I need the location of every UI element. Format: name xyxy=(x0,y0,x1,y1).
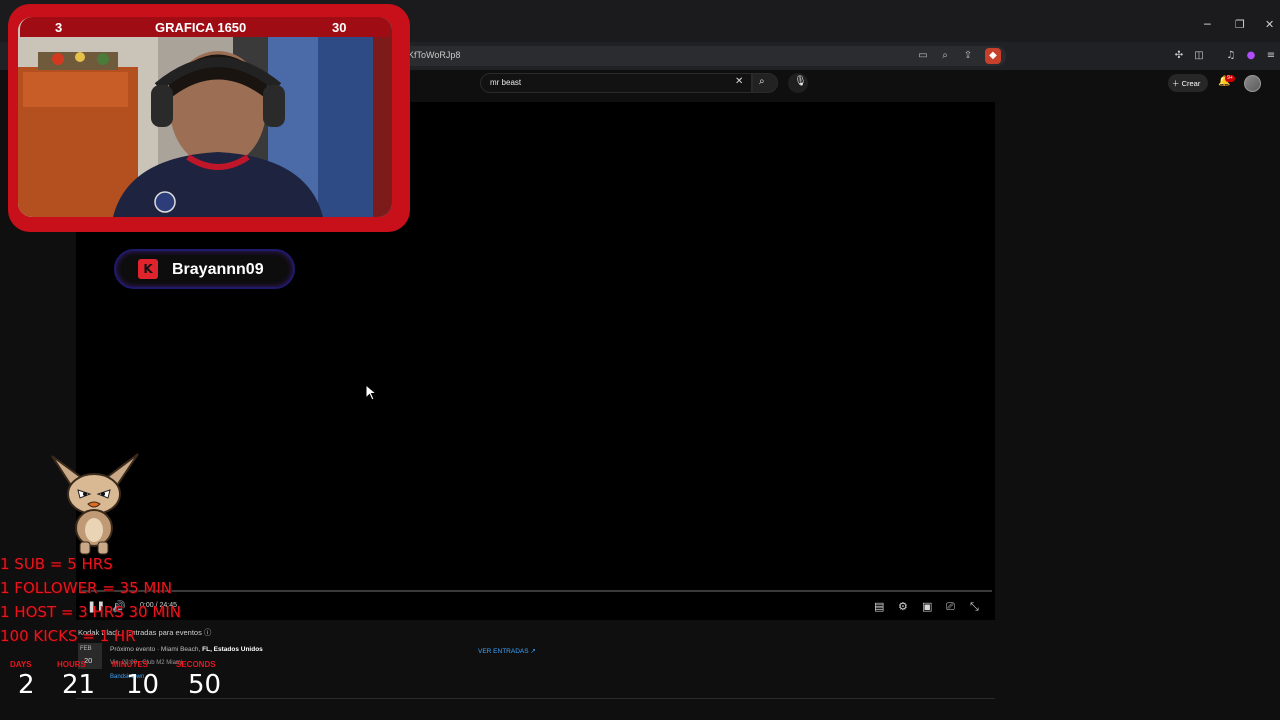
bottom-bar xyxy=(0,700,1280,720)
url-text[interactable]: KfToWoRJp8 xyxy=(408,50,460,60)
subathon-rule: 1 SUB = 5 HRS xyxy=(0,555,113,573)
subathon-rule: 1 HOST = 3 HRS 30 MIN xyxy=(0,603,181,621)
countdown-label: HOURS xyxy=(57,660,86,669)
event-prefix: Próximo evento · Miami Beach, xyxy=(110,646,201,653)
search-query[interactable]: mr beast xyxy=(490,78,521,87)
countdown-label: SECONDS xyxy=(176,660,216,669)
create-label[interactable]: ＋ Crear xyxy=(1172,78,1200,89)
external-link-icon: ↗ xyxy=(530,648,536,655)
webcam-feed xyxy=(18,17,392,217)
search-button[interactable] xyxy=(752,73,778,93)
countdown-label: DAYS xyxy=(10,660,32,669)
countdown-label: MINUTES xyxy=(112,660,148,669)
minimize-icon[interactable]: ─ xyxy=(1204,18,1211,31)
countdown-seconds: 50 xyxy=(188,670,222,700)
create-text: Crear xyxy=(1181,79,1201,88)
brave-shield-icon[interactable]: ◆ xyxy=(985,48,1001,64)
search-icon[interactable]: ⌕ xyxy=(759,76,765,87)
info-icon[interactable]: ⓘ xyxy=(204,628,212,637)
webcam-title: GRAFICA 1650 xyxy=(155,20,247,35)
event-month: FEB xyxy=(80,646,92,652)
tickets-link[interactable]: VER ENTRADAS ↗ xyxy=(478,647,536,655)
event-location: FL, Estados Unidos xyxy=(202,646,263,653)
fullscreen-icon[interactable]: ⤡ xyxy=(970,600,979,614)
restore-icon[interactable]: ❐ xyxy=(1235,18,1245,31)
countdown-hours: 21 xyxy=(62,670,96,700)
share-icon[interactable]: ⇪ xyxy=(960,48,976,64)
extension-icon[interactable]: ● xyxy=(1243,48,1259,64)
progress-bar[interactable] xyxy=(80,590,992,592)
music-icon[interactable]: ♫ xyxy=(1223,48,1239,64)
webcam-left-number: 3 xyxy=(55,20,63,35)
subtitles-icon[interactable]: ▤ xyxy=(874,600,884,613)
settings-gear-icon[interactable]: ⚙ xyxy=(898,600,908,613)
cast-player-icon[interactable]: ⎚ xyxy=(946,600,955,614)
sidebar-icon[interactable]: ◫ xyxy=(1191,48,1207,64)
puzzle-icon[interactable]: ✣ xyxy=(1171,48,1187,64)
screen: ─ ❐ ✕ KfToWoRJp8 ▭ ⌕ ⇪ ◆ ✣ ◫ ♫ ● ≡ mr be… xyxy=(0,0,1280,720)
notifications-badge: 9+ xyxy=(1225,75,1235,82)
countdown-days: 2 xyxy=(18,670,35,700)
tickets-link-text: VER ENTRADAS xyxy=(478,648,529,655)
bunny-mascot-icon xyxy=(51,453,139,555)
avatar[interactable] xyxy=(1244,75,1261,92)
webcam-image xyxy=(18,17,392,217)
subathon-rule: 1 FOLLOWER = 35 MIN xyxy=(0,579,173,597)
menu-icon[interactable]: ≡ xyxy=(1263,48,1279,64)
kick-logo-icon: K xyxy=(138,259,158,279)
subathon-rule: 100 KICKS = 1 HR xyxy=(0,627,136,645)
clear-search-icon[interactable]: ✕ xyxy=(735,76,743,87)
kick-username: Brayannn09 xyxy=(172,261,264,278)
miniplayer-icon[interactable]: ▣ xyxy=(922,600,932,613)
webcam-right-number: 30 xyxy=(332,20,347,35)
microphone-icon[interactable]: 🎙 xyxy=(794,76,807,87)
event-description: Próximo evento · Miami Beach, FL, Estado… xyxy=(110,646,263,653)
zoom-icon[interactable]: ⌕ xyxy=(937,48,953,64)
cast-icon[interactable]: ▭ xyxy=(915,48,931,64)
close-icon[interactable]: ✕ xyxy=(1265,18,1274,31)
mouse-cursor-icon xyxy=(365,384,378,401)
plus-icon: ＋ xyxy=(1172,79,1182,88)
countdown-minutes: 10 xyxy=(126,670,160,700)
